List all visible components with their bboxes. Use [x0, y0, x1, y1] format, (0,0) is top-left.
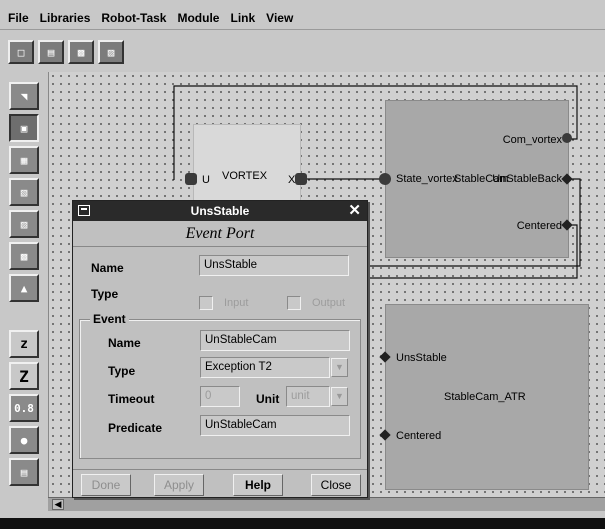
stablecam-module[interactable]: StableCam State_vortex Com_vortex UnStab… [385, 100, 569, 258]
open-icon[interactable]: □ [8, 40, 34, 64]
zoom-level-button[interactable]: 0.8 [9, 394, 39, 422]
menu-robot-task[interactable]: Robot-Task [101, 11, 166, 25]
event-group: Event Name UnStableCam Type Exception T2… [79, 312, 361, 459]
save-icon[interactable]: ▤ [38, 40, 64, 64]
stablecam-atr-name: StableCam_ATR [444, 391, 526, 403]
stablecam-atr-module[interactable]: StableCam_ATR UnsStable Centered [385, 304, 589, 490]
stablecam-port-com-label: Com_vortex [502, 134, 562, 146]
event-port-dialog: UnsStable ✕ Event Port Name UnsStable Ty… [72, 200, 368, 498]
layout-icon[interactable]: ▤ [9, 458, 39, 486]
menu-bar: File Libraries Robot-Task Module Link Vi… [0, 6, 605, 30]
zoom-out-button[interactable]: z [9, 330, 39, 358]
stablecam-port-centered-label: Centered [516, 220, 562, 232]
library-icon[interactable]: ▦ [9, 146, 39, 174]
save-as-icon[interactable]: ▩ [68, 40, 94, 64]
timeout-field[interactable]: 0 [200, 386, 240, 407]
stablecam-port-unstable-label: UnStableBack [492, 173, 562, 185]
close-button[interactable]: Close [311, 474, 361, 496]
link-icon[interactable]: ▧ [9, 178, 39, 206]
application-window: File Libraries Robot-Task Module Link Vi… [0, 0, 605, 529]
robot-icon[interactable]: ▲ [9, 274, 39, 302]
output-checkbox[interactable] [287, 296, 301, 310]
window-menu-icon[interactable] [78, 205, 90, 216]
event-group-legend: Event [90, 312, 129, 326]
stablecam-atr-centered-label: Centered [396, 430, 442, 442]
menu-file[interactable]: File [8, 11, 29, 25]
output-checkbox-label: Output [312, 297, 346, 309]
select-icon[interactable]: ◥ [9, 82, 39, 110]
vortex-output-port[interactable] [295, 173, 307, 185]
unit-select[interactable]: unit [286, 386, 330, 407]
apply-button[interactable]: Apply [154, 474, 204, 496]
predicate-field[interactable]: UnStableCam [200, 415, 350, 436]
vortex-port-in-label: U [202, 174, 210, 186]
toolbar: □ ▤ ▩ ▨ [8, 40, 124, 64]
vortex-name: VORTEX [222, 170, 268, 182]
timeout-label: Timeout [108, 392, 155, 406]
event-name-field[interactable]: UnStableCam [200, 330, 350, 351]
tool-palette: ◥ ▣ ▦ ▧ ▨ ▩ ▲ z Z 0.8 ● ▤ [9, 82, 39, 490]
event-icon[interactable]: ▩ [9, 242, 39, 270]
menu-link[interactable]: Link [230, 11, 255, 25]
chevron-down-icon[interactable]: ▼ [331, 358, 348, 377]
predicate-label: Predicate [108, 421, 163, 435]
event-name-label: Name [108, 336, 141, 350]
horizontal-scrollbar[interactable]: ◀ [48, 497, 605, 511]
stablecam-com-port[interactable] [562, 133, 572, 143]
export-icon[interactable]: ▨ [98, 40, 124, 64]
stablecam-port-in-label: State_vortex [396, 173, 458, 185]
input-checkbox[interactable] [199, 296, 213, 310]
fit-icon[interactable]: ● [9, 426, 39, 454]
menu-module[interactable]: Module [177, 11, 219, 25]
task-icon[interactable]: ▨ [9, 210, 39, 238]
name-field[interactable]: UnsStable [199, 255, 349, 276]
dialog-titlebar[interactable]: UnsStable ✕ [73, 201, 367, 221]
close-icon[interactable]: ✕ [348, 202, 361, 219]
type-label: Type [91, 287, 119, 301]
input-checkbox-label: Input [224, 297, 249, 309]
zoom-in-button[interactable]: Z [9, 362, 39, 390]
status-bar [0, 518, 605, 529]
help-button[interactable]: Help [233, 474, 283, 496]
menu-view[interactable]: View [266, 11, 293, 25]
unit-label: Unit [256, 392, 280, 406]
vortex-input-port[interactable] [185, 173, 197, 185]
dialog-subtitle: Event Port [73, 221, 367, 247]
module-icon[interactable]: ▣ [9, 114, 39, 142]
event-type-label: Type [108, 364, 136, 378]
dialog-title: UnsStable [190, 204, 250, 218]
dialog-button-bar: Done Apply Help Close [73, 469, 367, 498]
scroll-left-icon[interactable]: ◀ [52, 499, 64, 510]
stablecam-input-port[interactable] [379, 173, 391, 185]
name-label: Name [91, 261, 124, 275]
unit-chevron-down-icon[interactable]: ▼ [331, 387, 348, 406]
stablecam-atr-unstable-label: UnsStable [396, 352, 447, 364]
menu-libraries[interactable]: Libraries [40, 11, 91, 25]
event-type-select[interactable]: Exception T2 [200, 357, 330, 378]
done-button[interactable]: Done [81, 474, 131, 496]
